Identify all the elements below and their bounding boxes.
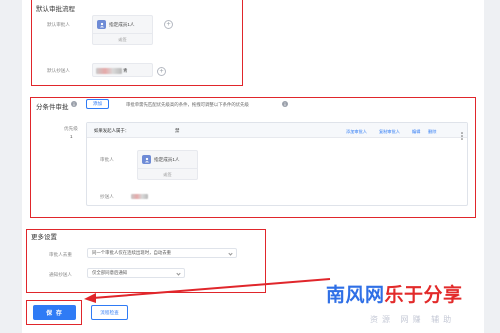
watermark-sub: 资源 网赚 辅助	[370, 315, 456, 324]
watermark-logo: 南风网乐于分享	[326, 280, 463, 307]
page: 默认审批流程 默认审批人 指定成员1人 或签 + 默认抄送人 青 + 分条件审批…	[0, 0, 500, 333]
watermark-red-text: 乐于分享	[384, 284, 463, 306]
watermark-blue-text: 南风网	[326, 284, 385, 306]
